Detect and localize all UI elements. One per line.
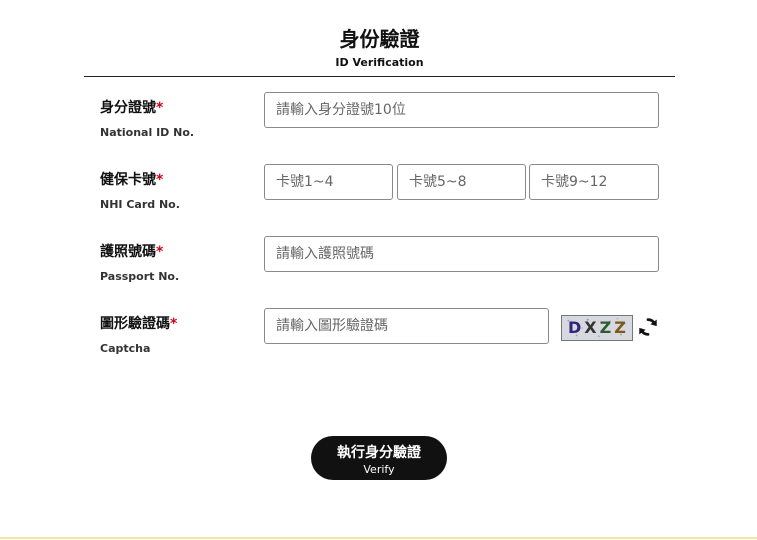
captcha-label: 圖形驗證碼* Captcha — [100, 314, 260, 356]
nhi-card-label-en: NHI Card No. — [100, 198, 180, 211]
bottom-accent-line — [0, 537, 757, 539]
page-header: 身份驗證 ID Verification — [84, 22, 675, 70]
national-id-label-zh: 身分證號 — [100, 100, 156, 116]
passport-row: 護照號碼* Passport No. — [100, 236, 660, 302]
verify-button[interactable]: 執行身分驗證 Verify — [311, 436, 447, 480]
nhi-card-label-zh: 健保卡號 — [100, 172, 156, 188]
nhi-card-part1-input[interactable] — [264, 164, 393, 200]
nhi-card-row: 健保卡號* NHI Card No. — [100, 164, 660, 230]
required-mark: * — [156, 244, 164, 260]
captcha-char: X — [584, 318, 600, 337]
verify-button-label-en: Verify — [363, 463, 395, 476]
required-mark: * — [156, 172, 164, 188]
nhi-card-part2-input[interactable] — [397, 164, 526, 200]
required-mark: * — [170, 316, 178, 332]
refresh-icon[interactable] — [637, 316, 659, 338]
captcha-row: 圖形驗證碼* Captcha DXZZ — [100, 308, 660, 374]
page-title: 身份驗證 — [339, 27, 420, 51]
national-id-label-en: National ID No. — [100, 126, 195, 139]
captcha-char: Z — [614, 318, 629, 337]
verify-button-label-zh: 執行身分驗證 — [337, 445, 421, 461]
captcha-image: DXZZ — [561, 315, 633, 341]
national-id-row: 身分證號* National ID No. — [100, 92, 660, 158]
nhi-card-label: 健保卡號* NHI Card No. — [100, 170, 260, 212]
passport-label-zh: 護照號碼 — [100, 244, 156, 260]
required-mark: * — [156, 100, 164, 116]
captcha-char: D — [568, 318, 585, 337]
national-id-input[interactable] — [264, 92, 659, 128]
passport-label: 護照號碼* Passport No. — [100, 242, 260, 284]
captcha-input[interactable] — [264, 308, 549, 344]
page-subtitle: ID Verification — [335, 56, 424, 69]
passport-input[interactable] — [264, 236, 659, 272]
captcha-label-en: Captcha — [100, 342, 151, 355]
captcha-label-zh: 圖形驗證碼 — [100, 316, 170, 332]
captcha-characters: DXZZ — [568, 318, 629, 337]
nhi-card-part3-input[interactable] — [529, 164, 659, 200]
captcha-char: Z — [599, 318, 615, 337]
passport-label-en: Passport No. — [100, 270, 180, 283]
national-id-label: 身分證號* National ID No. — [100, 98, 260, 140]
header-divider — [84, 76, 675, 77]
